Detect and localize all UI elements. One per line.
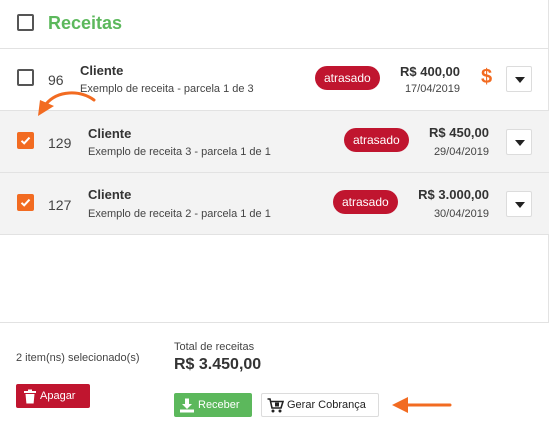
receipt-date: 17/04/2019 <box>404 83 460 95</box>
receipt-description: Exemplo de receita 2 - parcela 1 de 1 <box>88 208 271 220</box>
page-title: Receitas <box>48 13 123 33</box>
panel-header: Receitas <box>0 0 549 49</box>
check-icon <box>20 136 31 145</box>
list-item[interactable]: 127 Cliente Exemplo de receita 2 - parce… <box>0 173 549 235</box>
select-all-checkbox[interactable] <box>17 14 34 31</box>
trash-icon <box>24 389 36 403</box>
dollar-icon[interactable]: $ <box>481 66 492 89</box>
status-badge: atrasado <box>344 128 409 152</box>
status-badge: atrasado <box>333 190 398 214</box>
selected-count: 2 item(ns) selecionado(s) <box>16 352 140 364</box>
client-name: Cliente <box>88 187 132 202</box>
selection-footer: 2 item(ns) selecionado(s) Total de recei… <box>0 322 549 434</box>
receipt-date: 29/04/2019 <box>433 146 489 158</box>
status-badge: atrasado <box>315 66 380 90</box>
delete-button[interactable]: Apagar <box>16 384 90 408</box>
chevron-down-icon <box>515 140 525 146</box>
receitas-panel: Receitas 96 Cliente Exemplo de receita -… <box>0 0 549 434</box>
receipt-number: 127 <box>48 197 72 213</box>
cart-icon <box>267 397 284 412</box>
row-menu-button[interactable] <box>506 129 532 155</box>
receipt-amount: R$ 3.000,00 <box>418 187 489 202</box>
arrow-annotation <box>38 91 96 116</box>
generate-charge-button[interactable]: Gerar Cobrança <box>261 393 379 417</box>
total-label: Total de receitas <box>174 341 255 353</box>
client-name: Cliente <box>80 63 124 78</box>
receive-button-label: Receber <box>198 399 240 411</box>
receipt-amount: R$ 450,00 <box>429 125 489 140</box>
chevron-down-icon <box>515 77 525 83</box>
receipt-description: Exemplo de receita 3 - parcela 1 de 1 <box>88 146 271 158</box>
row-menu-button[interactable] <box>506 191 532 217</box>
chevron-down-icon <box>515 202 525 208</box>
receipt-amount: R$ 400,00 <box>400 64 460 79</box>
delete-button-label: Apagar <box>40 390 76 402</box>
receipt-description: Exemplo de receita - parcela 1 de 3 <box>80 83 254 95</box>
arrow-annotation <box>392 397 452 413</box>
row-checkbox[interactable] <box>17 132 34 149</box>
receive-button[interactable]: Receber <box>174 393 252 417</box>
receipt-number: 129 <box>48 135 72 151</box>
check-icon <box>20 198 31 207</box>
row-menu-button[interactable] <box>506 66 532 92</box>
row-checkbox[interactable] <box>17 194 34 211</box>
generate-charge-button-label: Gerar Cobrança <box>287 399 366 411</box>
total-value: R$ 3.450,00 <box>174 356 262 373</box>
receipt-date: 30/04/2019 <box>433 208 489 220</box>
download-icon <box>180 398 194 412</box>
